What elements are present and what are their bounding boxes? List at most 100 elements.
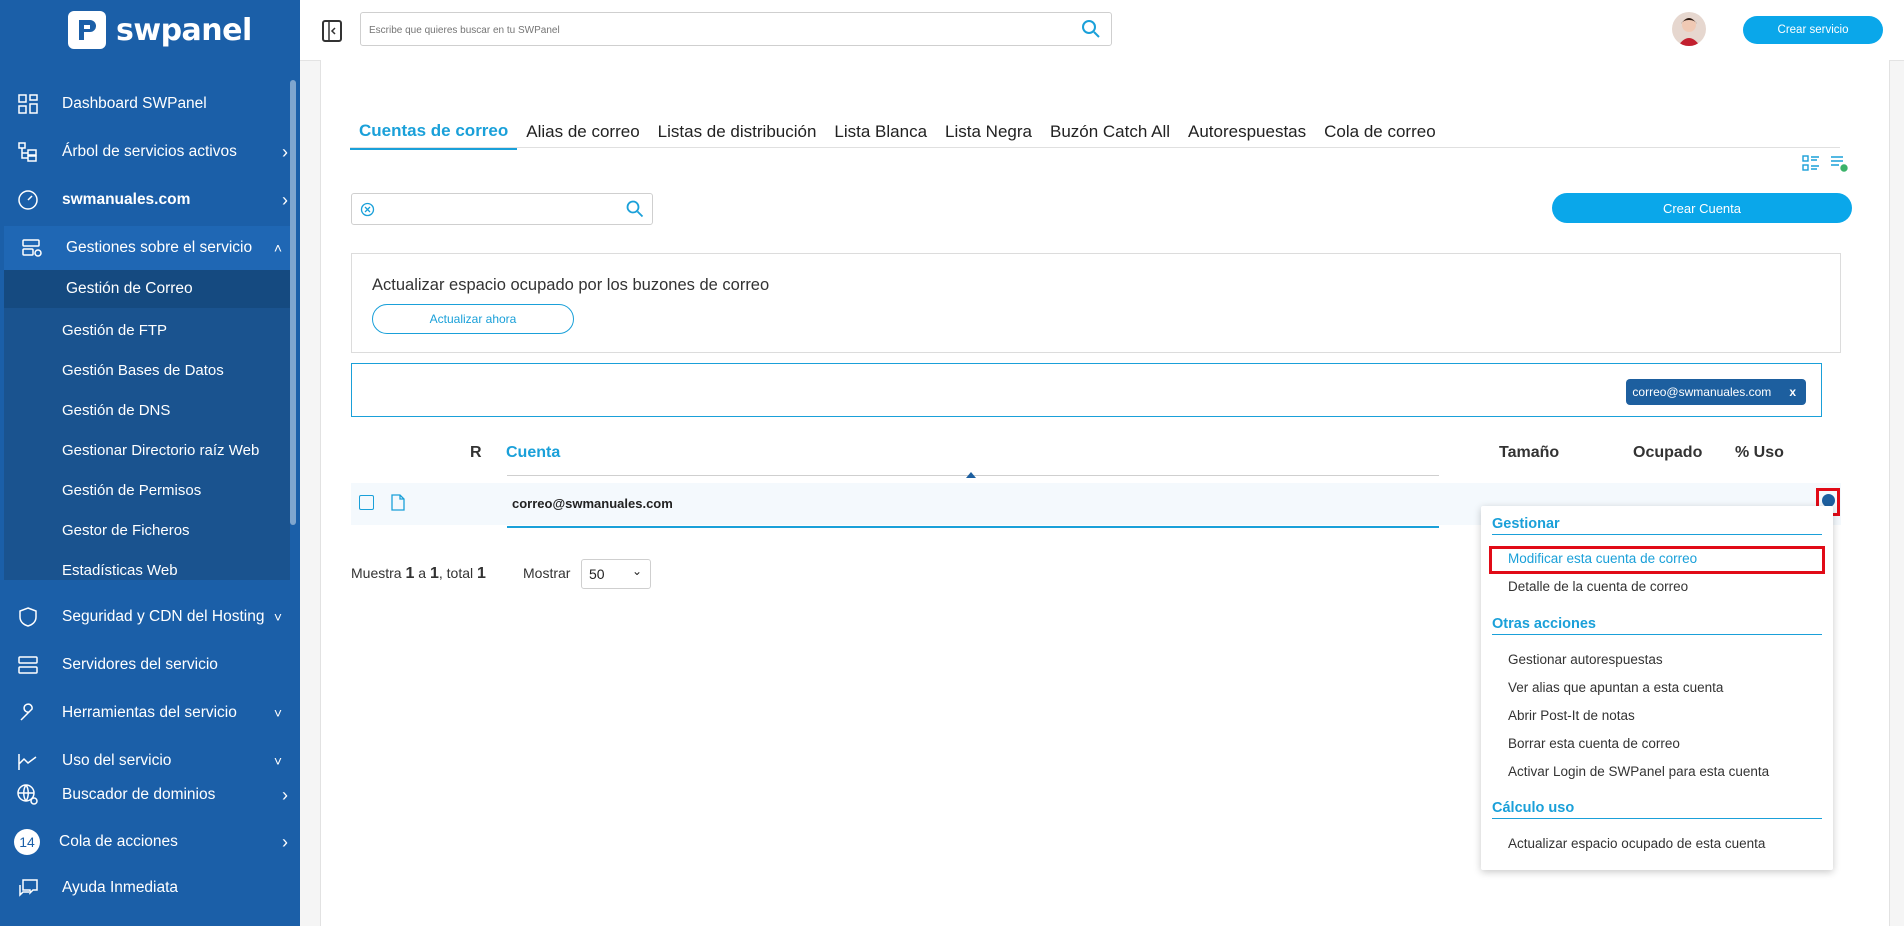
sidebar-subitem-directorio[interactable]: Gestionar Directorio raíz Web <box>62 442 259 459</box>
update-space-panel: Actualizar espacio ocupado por los buzon… <box>351 253 1841 353</box>
tab-buzon-catch-all[interactable]: Buzón Catch All <box>1041 114 1179 150</box>
chevron-down-icon: ˅ <box>273 705 282 721</box>
menu-item-ver-alias[interactable]: Ver alias que apuntan a esta cuenta <box>1508 680 1723 695</box>
sidebar-item-label: Herramientas del servicio <box>62 704 237 721</box>
servers-icon <box>16 653 40 677</box>
page-size-value: 50 <box>589 566 605 582</box>
sidebar-subitem-bases-datos[interactable]: Gestión Bases de Datos <box>62 362 224 379</box>
page-size-select[interactable]: 50 ⌄ <box>581 559 651 589</box>
sidebar-item-label: Uso del servicio <box>62 752 172 769</box>
chart-icon <box>16 749 40 773</box>
menu-item-detalle[interactable]: Detalle de la cuenta de correo <box>1508 579 1688 594</box>
column-header-uso[interactable]: % Uso <box>1735 444 1784 462</box>
row-checkbox[interactable] <box>359 495 374 510</box>
tab-lista-negra[interactable]: Lista Negra <box>936 114 1041 150</box>
muestra-label: Muestra <box>351 565 402 581</box>
sidebar-item-label: Seguridad y CDN del Hosting <box>62 608 265 625</box>
tab-autorespuestas[interactable]: Autorespuestas <box>1179 114 1315 150</box>
list-view-icon[interactable] <box>1802 154 1820 177</box>
create-account-button[interactable]: Crear Cuenta <box>1552 193 1852 223</box>
queue-count-badge: 14 <box>14 829 40 855</box>
tabs-bar: Cuentas de correo Alias de correo Listas… <box>350 114 1445 150</box>
speedometer-icon <box>16 188 40 212</box>
sidebar-item-label: Buscador de dominios <box>62 786 216 803</box>
menu-item-post-it[interactable]: Abrir Post-It de notas <box>1508 708 1635 723</box>
sidebar-item-gestiones[interactable]: Gestiones sobre el servicio ˄ <box>0 228 300 268</box>
total-label: , total <box>438 565 474 581</box>
range-to: 1 <box>429 565 439 582</box>
column-header-ocupado[interactable]: Ocupado <box>1633 444 1702 462</box>
row-underline <box>507 526 1439 528</box>
tab-alias-correo[interactable]: Alias de correo <box>517 114 648 150</box>
menu-item-autorespuestas[interactable]: Gestionar autorespuestas <box>1508 652 1663 667</box>
sidebar-item-ayuda[interactable]: Ayuda Inmediata <box>0 868 300 908</box>
global-search-field[interactable] <box>360 12 1112 46</box>
tab-cola-correo[interactable]: Cola de correo <box>1315 114 1445 150</box>
column-settings-icon[interactable] <box>1830 154 1848 177</box>
sidebar-subitem-dns[interactable]: Gestión de DNS <box>62 402 170 419</box>
clear-search-icon[interactable] <box>360 202 375 222</box>
server-settings-icon <box>20 236 44 260</box>
sidebar-item-servidores[interactable]: Servidores del servicio <box>0 645 300 685</box>
sidebar-subitem-correo[interactable]: Gestión de Correo <box>66 280 193 298</box>
sidebar-item-buscador[interactable]: Buscador de dominios › <box>0 775 300 815</box>
global-search-input[interactable] <box>367 24 1061 37</box>
chevron-right-icon: › <box>282 141 288 162</box>
search-icon[interactable] <box>1081 19 1101 44</box>
filter-chip[interactable]: correo@swmanuales.com x <box>1626 379 1806 405</box>
mostrar-label: Mostrar <box>523 565 571 581</box>
globe-search-icon <box>16 783 40 807</box>
sidebar-item-label: Dashboard SWPanel <box>62 95 207 112</box>
menu-item-actualizar-espacio[interactable]: Actualizar espacio ocupado de esta cuent… <box>1508 836 1765 851</box>
sidebar-item-label: Servidores del servicio <box>62 656 218 673</box>
avatar[interactable] <box>1672 12 1706 46</box>
sidebar-item-domain[interactable]: swmanuales.com › <box>0 180 300 220</box>
sidebar-subitem-ftp[interactable]: Gestión de FTP <box>62 322 167 339</box>
column-header-cuenta[interactable]: Cuenta <box>506 444 560 462</box>
column-header-tamano[interactable]: Tamaño <box>1499 444 1559 462</box>
topbar: Crear servicio <box>300 0 1904 61</box>
menu-item-activar-login[interactable]: Activar Login de SWPanel para esta cuent… <box>1508 764 1769 779</box>
chevron-down-icon: ⌄ <box>631 564 642 578</box>
sidebar-item-cola[interactable]: 14 Cola de acciones › <box>0 822 300 862</box>
view-toggle <box>1802 154 1848 177</box>
collapse-sidebar-button[interactable] <box>322 20 342 42</box>
sort-arrow-icon <box>966 472 976 478</box>
tab-lista-blanca[interactable]: Lista Blanca <box>825 114 936 150</box>
account-search-field[interactable] <box>351 193 653 225</box>
sidebar-subitem-ficheros[interactable]: Gestor de Ficheros <box>62 522 190 539</box>
dashboard-icon <box>16 92 40 116</box>
sidebar-subitem-estadisticas[interactable]: Estadísticas Web <box>62 562 178 579</box>
menu-item-modificar[interactable]: Modificar esta cuenta de correo <box>1508 551 1697 566</box>
sidebar-subitem-permisos[interactable]: Gestión de Permisos <box>62 482 201 499</box>
sidebar-item-tree[interactable]: Árbol de servicios activos › <box>0 132 300 172</box>
sidebar-item-herramientas[interactable]: Herramientas del servicio ˅ <box>0 693 300 733</box>
column-header-r[interactable]: R <box>470 444 482 462</box>
menu-item-borrar[interactable]: Borrar esta cuenta de correo <box>1508 736 1680 751</box>
range-from: 1 <box>405 565 415 582</box>
menu-section-gestionar: Gestionar <box>1492 516 1822 535</box>
document-icon[interactable] <box>391 494 405 516</box>
search-icon[interactable] <box>626 200 644 223</box>
chevron-up-icon: ˄ <box>273 240 282 256</box>
sidebar-item-seguridad[interactable]: Seguridad y CDN del Hosting ˅ <box>0 597 300 637</box>
chevron-down-icon: ˅ <box>273 753 282 769</box>
tab-listas-distribucion[interactable]: Listas de distribución <box>649 114 826 150</box>
sidebar-item-dashboard[interactable]: Dashboard SWPanel <box>0 84 300 124</box>
sidebar-item-label: Cola de acciones <box>59 833 178 850</box>
pagination-info: Muestra 1 a 1, total 1 <box>351 565 486 583</box>
logo[interactable]: swpanel <box>68 10 252 50</box>
sidebar-scrollbar[interactable] <box>290 80 296 525</box>
create-service-button[interactable]: Crear servicio <box>1743 16 1883 44</box>
update-space-text: Actualizar espacio ocupado por los buzon… <box>372 276 770 294</box>
chevron-right-icon: › <box>282 784 288 805</box>
range-separator: a <box>418 565 427 581</box>
sidebar: swpanel Dashboard SWPanel Árbol de servi… <box>0 0 300 926</box>
brand-name: swpanel <box>116 12 252 48</box>
sidebar-item-label: Gestiones sobre el servicio <box>66 239 253 256</box>
sidebar-item-label: Árbol de servicios activos <box>62 143 237 160</box>
update-now-button[interactable]: Actualizar ahora <box>372 304 574 334</box>
tab-cuentas-correo[interactable]: Cuentas de correo <box>350 114 518 150</box>
tabs-divider <box>350 147 1840 148</box>
close-icon[interactable]: x <box>1789 385 1796 399</box>
